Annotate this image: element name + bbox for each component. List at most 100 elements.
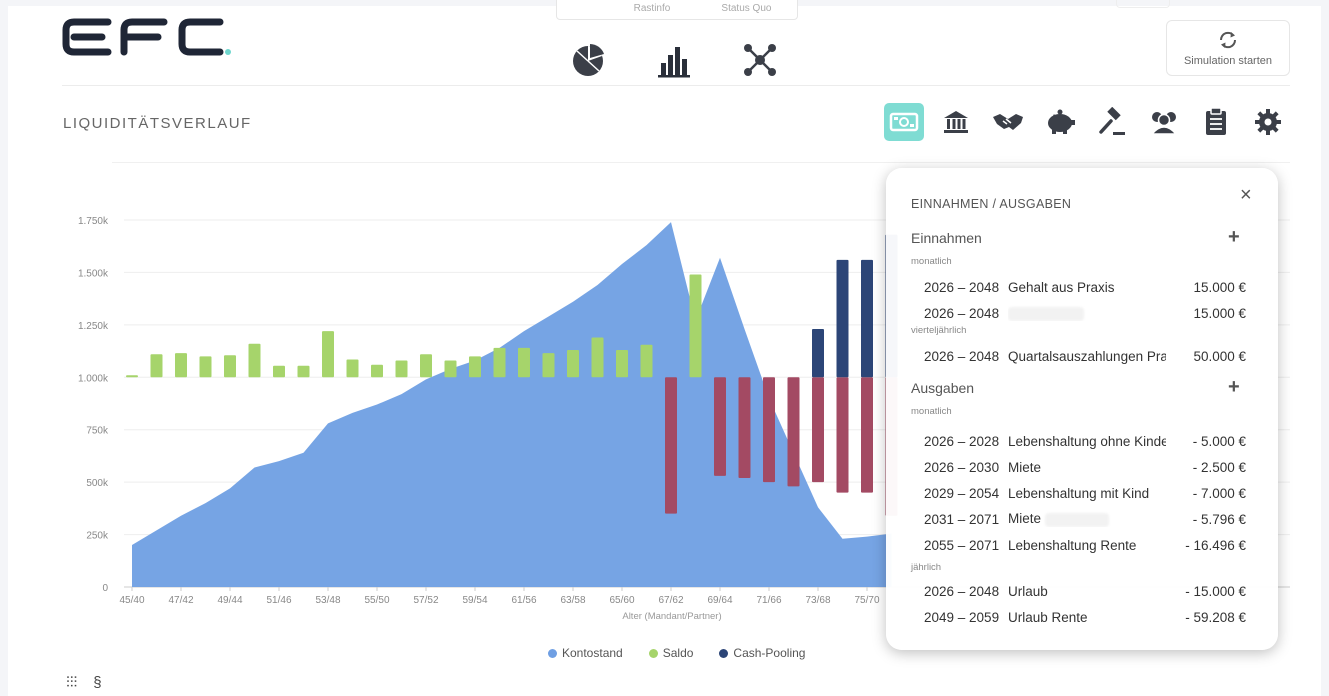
- x-tick-label: 47/42: [168, 595, 193, 606]
- expense-row[interactable]: 2055 – 2071 Lebenshaltung Rente - 16.496…: [924, 536, 1246, 554]
- saldo-bar: [665, 377, 677, 514]
- y-tick-label: 1.250k: [78, 321, 109, 332]
- bar-chart-icon[interactable]: [654, 40, 694, 80]
- saldo-bar: [395, 360, 408, 378]
- y-tick-label: 1.500k: [78, 268, 109, 279]
- income-row[interactable]: 2026 – 2048 Gehalt aus Praxis 15.000 €: [924, 278, 1246, 296]
- income-row[interactable]: 2026 – 2048 15.000 €: [924, 304, 1246, 322]
- saldo-bar: [346, 359, 359, 378]
- row-amount: - 5.000 €: [1192, 433, 1246, 449]
- refresh-icon: [1219, 31, 1237, 49]
- row-label-text: Miete: [1008, 511, 1042, 527]
- row-years: 2031 – 2071: [924, 511, 1000, 527]
- row-label: Lebenshaltung Rente: [1008, 537, 1137, 553]
- piggy-bank-icon[interactable]: [1040, 103, 1080, 141]
- row-amount: 50.000 €: [1193, 348, 1246, 364]
- simulation-start-button[interactable]: Simulation starten: [1166, 20, 1290, 76]
- breadcrumb-item[interactable]: Rastinfo: [634, 3, 671, 14]
- frequency-label: jährlich: [911, 562, 942, 573]
- row-amount: - 15.000 €: [1185, 583, 1246, 599]
- expense-row[interactable]: 2031 – 2071 Miete - 5.796 €: [924, 510, 1246, 528]
- row-amount: 15.000 €: [1193, 279, 1246, 295]
- kontostand-area: [132, 222, 892, 587]
- frequency-label: monatlich: [911, 256, 952, 267]
- expense-row[interactable]: 2026 – 2030 Miete - 2.500 €: [924, 458, 1246, 476]
- x-tick-label: 67/62: [658, 595, 683, 606]
- redaction: [1044, 512, 1109, 527]
- income-row[interactable]: 2026 – 2048 Quartalsauszahlungen Pra... …: [924, 347, 1246, 365]
- sliders-icon[interactable]: ⫶⫶⫶: [66, 674, 77, 691]
- saldo-bar: [714, 377, 726, 476]
- row-label: Urlaub: [1008, 583, 1048, 599]
- y-tick-label: 250k: [86, 531, 109, 542]
- saldo-bar: [616, 350, 628, 378]
- row-amount: - 2.500 €: [1192, 459, 1246, 475]
- income-title: Einnahmen: [911, 230, 982, 246]
- money-icon[interactable]: [884, 103, 924, 141]
- y-tick-label: 500k: [86, 478, 109, 489]
- row-years: 2026 – 2048: [924, 305, 1000, 321]
- breadcrumb-item[interactable]: Status Quo: [721, 3, 771, 14]
- legend-item-cash-pooling[interactable]: Cash-Pooling: [719, 646, 805, 660]
- simulation-start-label: Simulation starten: [1183, 55, 1273, 67]
- row-years: 2049 – 2059: [924, 609, 1000, 625]
- legend-item-kontostand[interactable]: Kontostand: [548, 646, 623, 660]
- legend-label: Saldo: [662, 646, 694, 660]
- saldo-bar: [420, 354, 432, 378]
- expense-row[interactable]: 2029 – 2054 Lebenshaltung mit Kind - 7.0…: [924, 484, 1246, 502]
- income-expense-panel: EINNAHMEN / AUSGABEN × Einnahmen + monat…: [886, 168, 1278, 650]
- row-label: Gehalt aus Praxis: [1008, 279, 1115, 295]
- add-expense-button[interactable]: +: [1228, 376, 1240, 399]
- close-icon[interactable]: ×: [1240, 184, 1252, 207]
- section-icon[interactable]: §: [93, 674, 101, 691]
- row-label: Miete: [1008, 459, 1042, 475]
- people-icon[interactable]: [1144, 103, 1184, 141]
- y-tick-label: 750k: [86, 426, 109, 437]
- x-tick-label: 45/40: [119, 595, 144, 606]
- y-tick-label: 1.000k: [78, 373, 109, 384]
- gear-icon[interactable]: [1248, 103, 1288, 141]
- row-amount: - 7.000 €: [1192, 485, 1246, 501]
- expense-row[interactable]: 2026 – 2048 Urlaub - 15.000 €: [924, 582, 1246, 600]
- saldo-bar: [738, 377, 751, 478]
- x-tick-label: 69/64: [707, 595, 732, 606]
- pie-chart-icon[interactable]: [568, 40, 608, 80]
- saldo-bar: [175, 353, 187, 378]
- redaction: [1008, 306, 1084, 321]
- saldo-bar: [444, 360, 457, 378]
- top-tab[interactable]: [1116, 0, 1170, 8]
- row-years: 2026 – 2028: [924, 433, 1000, 449]
- saldo-bar: [322, 331, 334, 378]
- add-income-button[interactable]: +: [1228, 226, 1240, 249]
- cash-pooling-bar: [836, 259, 849, 378]
- x-tick-label: 61/56: [511, 595, 536, 606]
- row-label: Miete: [1008, 511, 1166, 527]
- legend-item-saldo[interactable]: Saldo: [648, 646, 694, 660]
- x-tick-label: 49/44: [217, 595, 242, 606]
- bank-icon[interactable]: [936, 103, 976, 141]
- expense-row[interactable]: 2026 – 2028 Lebenshaltung ohne Kinder - …: [924, 432, 1246, 450]
- row-label: Lebenshaltung mit Kind: [1008, 485, 1150, 501]
- breadcrumb[interactable]: Rastinfo Status Quo: [556, 0, 798, 20]
- clipboard-icon[interactable]: [1196, 103, 1236, 141]
- saldo-bar: [787, 377, 800, 487]
- x-tick-label: 75/70: [854, 595, 879, 606]
- x-tick-label: 51/46: [266, 595, 291, 606]
- page-title: LIQUIDITÄTSVERLAUF: [63, 115, 252, 132]
- efc-logo[interactable]: [62, 12, 232, 62]
- x-tick-label: 59/54: [462, 595, 487, 606]
- expense-row[interactable]: 2049 – 2059 Urlaub Rente - 59.208 €: [924, 608, 1246, 626]
- row-label-redacted: [1008, 305, 1166, 321]
- legend-label: Kontostand: [562, 646, 623, 660]
- saldo-bar: [591, 337, 604, 378]
- network-icon[interactable]: [740, 40, 780, 80]
- divider: [112, 162, 1290, 163]
- x-tick-label: 57/52: [413, 595, 438, 606]
- gavel-icon[interactable]: [1092, 103, 1132, 141]
- saldo-bar: [248, 343, 261, 378]
- frequency-label: monatlich: [911, 406, 952, 417]
- handshake-icon[interactable]: [988, 103, 1028, 141]
- cash-pooling-bar: [812, 329, 824, 378]
- row-label: Urlaub Rente: [1008, 609, 1088, 625]
- saldo-bar: [199, 356, 212, 378]
